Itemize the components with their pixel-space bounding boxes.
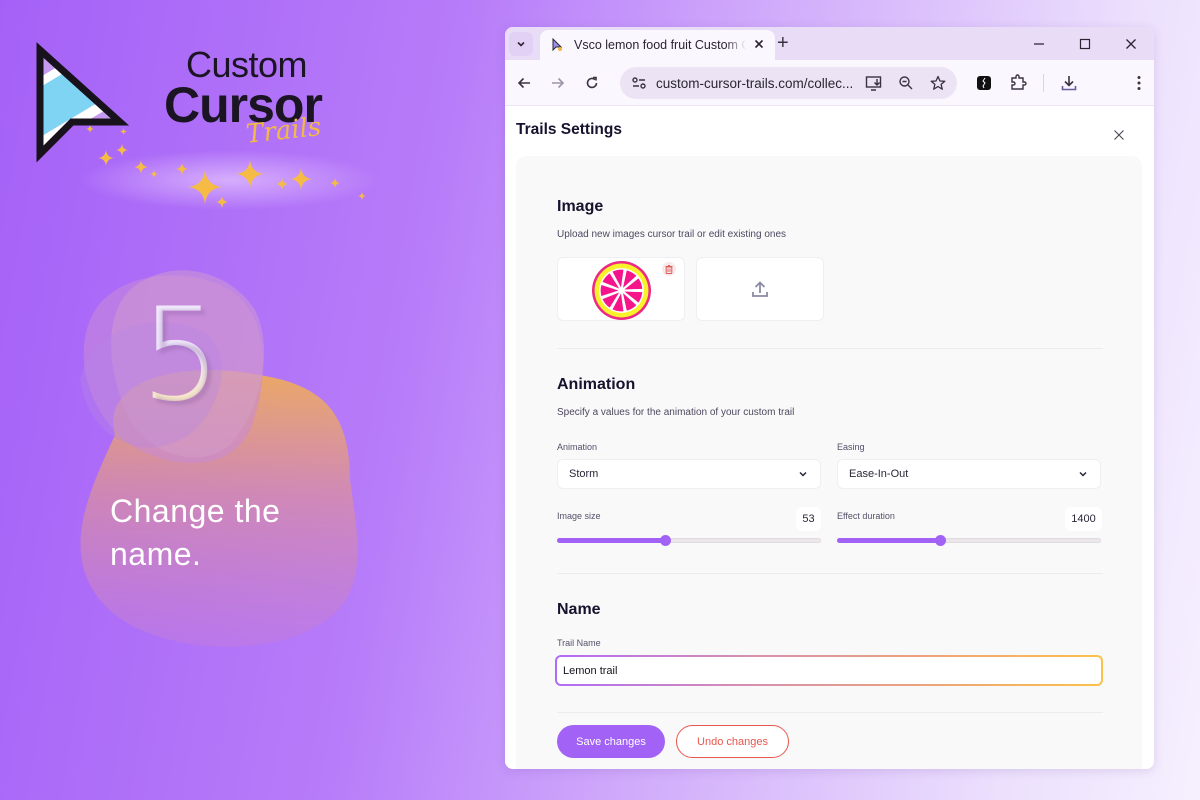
- bookmark-star-icon: [930, 75, 946, 90]
- reload-button[interactable]: [575, 66, 609, 100]
- modal-close-button[interactable]: [1108, 124, 1130, 146]
- reload-icon: [586, 76, 598, 88]
- downloads-button[interactable]: [1052, 66, 1086, 100]
- name-section-title: Name: [557, 601, 601, 618]
- browser-toolbar: custom-cursor-trails.com/collec...: [505, 60, 1154, 106]
- step-number: 5: [140, 281, 222, 430]
- site-info-button[interactable]: [626, 76, 652, 90]
- extensions-puzzle-icon: [1011, 74, 1027, 90]
- modal-title: Trails Settings: [516, 121, 622, 138]
- chevron-down-icon: [517, 41, 525, 47]
- trails-settings-modal: Trails Settings Image Upload new images …: [505, 106, 1154, 769]
- close-icon: [754, 39, 764, 49]
- upload-icon: [752, 281, 768, 297]
- section-divider: [557, 348, 1103, 349]
- image-section-title: Image: [557, 198, 604, 215]
- lemon-slice-image: [592, 261, 651, 320]
- easing-select-value: Ease-In-Out: [849, 468, 909, 480]
- install-app-icon: [865, 76, 882, 91]
- back-button[interactable]: [507, 66, 541, 100]
- close-icon: [1126, 38, 1136, 49]
- minimize-button[interactable]: [1016, 27, 1062, 60]
- step-instruction: Change the name.: [110, 493, 281, 572]
- tab-search-button[interactable]: [509, 31, 533, 56]
- forward-button[interactable]: [541, 66, 575, 100]
- image-size-slider[interactable]: [557, 535, 821, 547]
- tab-title: Vsco lemon food fruit Custom Cursor Trai…: [574, 38, 746, 52]
- upload-image-button[interactable]: [696, 257, 824, 321]
- image-section-description: Upload new images cursor trail or edit e…: [557, 229, 786, 240]
- extension-app-icon: [977, 76, 991, 90]
- easing-select[interactable]: Ease-In-Out: [837, 459, 1101, 489]
- zoom-out-icon: [899, 76, 913, 90]
- forward-icon: [552, 77, 565, 88]
- effect-duration-slider[interactable]: [837, 535, 1101, 547]
- easing-label: Easing: [837, 442, 865, 452]
- animation-select[interactable]: Storm: [557, 459, 821, 489]
- image-size-value: 53: [796, 507, 821, 531]
- animation-label: Animation: [557, 442, 598, 452]
- cursor-logo-icon: [36, 42, 130, 163]
- download-icon: [1061, 76, 1077, 91]
- section-divider: [557, 712, 1103, 713]
- close-window-button[interactable]: [1108, 27, 1154, 60]
- tab-strip: Vsco lemon food fruit Custom Cursor Trai…: [505, 27, 1154, 60]
- extensions-button[interactable]: [1001, 66, 1035, 100]
- cursor-favicon-icon: [552, 38, 563, 52]
- section-divider: [557, 573, 1103, 574]
- address-bar[interactable]: custom-cursor-trails.com/collec...: [620, 67, 957, 99]
- back-icon: [517, 77, 530, 88]
- animation-section-description: Specify a values for the animation of yo…: [557, 407, 795, 418]
- slider-fill: [557, 538, 666, 543]
- active-tab[interactable]: Vsco lemon food fruit Custom Cursor Trai…: [540, 30, 775, 60]
- bookmark-button[interactable]: [925, 70, 951, 96]
- save-changes-button[interactable]: Save changes: [557, 725, 665, 758]
- install-app-button[interactable]: [861, 70, 887, 96]
- browser-window: Vsco lemon food fruit Custom Cursor Trai…: [505, 27, 1154, 769]
- trail-image-tile[interactable]: [557, 257, 685, 321]
- effect-duration-value: 1400: [1065, 507, 1102, 531]
- browser-menu-button[interactable]: [1122, 66, 1154, 100]
- more-menu-icon: [1137, 76, 1141, 90]
- chevron-down-icon: [1079, 471, 1087, 477]
- animation-section-title: Animation: [557, 376, 636, 393]
- trail-name-field: [555, 655, 1103, 686]
- effect-duration-label: Effect duration: [837, 511, 895, 521]
- slider-fill: [837, 538, 940, 543]
- chevron-down-icon: [799, 471, 807, 477]
- delete-image-button[interactable]: [662, 262, 676, 276]
- url-text[interactable]: custom-cursor-trails.com/collec...: [656, 76, 853, 91]
- zoom-button[interactable]: [893, 70, 919, 96]
- extension-app-button[interactable]: [967, 66, 1001, 100]
- new-tab-button[interactable]: +: [777, 32, 789, 55]
- maximize-button[interactable]: [1062, 27, 1108, 60]
- window-controls: [1016, 27, 1154, 60]
- trail-name-label: Trail Name: [557, 638, 601, 648]
- animation-select-value: Storm: [569, 468, 599, 480]
- slider-thumb[interactable]: [660, 535, 672, 546]
- slider-thumb[interactable]: [934, 535, 946, 546]
- custom-cursor-trails-logo: Custom Cursor Trails: [30, 40, 390, 220]
- trail-name-input[interactable]: [557, 657, 1101, 684]
- tab-close-button[interactable]: [754, 37, 764, 53]
- site-info-icon: [632, 77, 646, 89]
- settings-card: Image Upload new images cursor trail or …: [516, 156, 1142, 769]
- close-icon: [1114, 130, 1124, 140]
- toolbar-separator: [1043, 74, 1044, 92]
- maximize-icon: [1079, 38, 1091, 49]
- minimize-icon: [1034, 42, 1044, 45]
- trash-icon: [665, 264, 673, 274]
- image-size-label: Image size: [557, 511, 601, 521]
- undo-changes-button[interactable]: Undo changes: [676, 725, 789, 758]
